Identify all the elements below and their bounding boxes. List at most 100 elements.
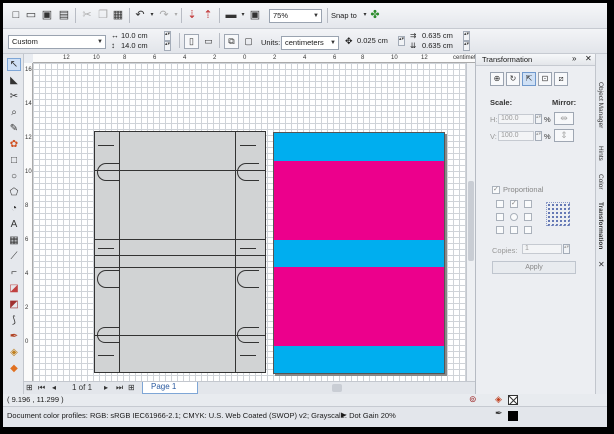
mirror-horizontal-icon[interactable]: ⇹ (554, 112, 574, 125)
snap-to-button[interactable]: Snap to (331, 11, 357, 21)
cut-icon[interactable]: ✂ (80, 8, 94, 22)
crop-tool-icon[interactable]: ✂ (7, 90, 21, 103)
nudge-field[interactable]: 0.025 cm (355, 36, 397, 46)
anchor-checkbox[interactable] (524, 226, 532, 234)
new-icon[interactable]: □ (9, 8, 23, 22)
anchor-checkbox[interactable] (524, 200, 532, 208)
anchor-checkbox[interactable] (496, 226, 504, 234)
units-select[interactable]: centimeters ▼ (281, 36, 339, 50)
drawing-canvas[interactable] (33, 63, 466, 381)
flap-shape[interactable] (237, 163, 259, 181)
interactive-fill-icon[interactable]: ◆ (7, 362, 21, 375)
prev-page-icon[interactable]: ◂ (52, 383, 56, 393)
anchor-checkbox[interactable] (496, 213, 504, 221)
rotate-icon[interactable]: ↻ (506, 72, 520, 86)
open-icon[interactable]: ▭ (24, 8, 38, 22)
outline-swatch[interactable] (508, 411, 518, 421)
print-icon[interactable]: ▤ (57, 8, 71, 22)
freehand-tool-icon[interactable]: ✎ (7, 122, 21, 135)
basic-shapes-icon[interactable]: ◔ (7, 202, 21, 215)
first-page-icon[interactable]: ⏮ (38, 383, 45, 393)
hscroll-thumb[interactable] (332, 384, 342, 392)
page-height-field[interactable]: 14.0 cm (119, 41, 163, 51)
scale-v-field[interactable]: 100.0 (498, 131, 534, 141)
dup-x-spinner[interactable]: ▴▾ (463, 31, 470, 41)
mirror-vertical-icon[interactable]: ⇕ (554, 129, 574, 142)
landscape-icon[interactable]: ▭ (201, 34, 216, 49)
flap-shape[interactable] (97, 270, 119, 288)
fill-indicator-icon[interactable]: ◈ (495, 394, 502, 404)
zoom-combo[interactable]: 75% ▼ (269, 9, 322, 23)
width-spinner[interactable]: ▴▾ (164, 31, 171, 41)
v-spinner[interactable]: ▴▾ (535, 131, 542, 141)
transparency-tool-icon[interactable]: ◩ (7, 298, 21, 311)
options-icon[interactable]: ✤ (368, 8, 382, 22)
vertical-ruler[interactable]: 16 14 12 10 8 6 4 2 0 (24, 63, 33, 389)
flap-shape[interactable] (237, 270, 259, 288)
import-icon[interactable]: ⇣ (185, 8, 199, 22)
dup-y-spinner[interactable]: ▴▾ (463, 41, 470, 51)
nudge-spinner[interactable]: ▴▾ (398, 36, 405, 46)
copies-spinner[interactable]: ▴▾ (563, 244, 570, 254)
color-docker-icon[interactable]: ⊚ (469, 394, 477, 404)
shape-tool-icon[interactable]: ◣ (7, 74, 21, 87)
pick-tool-icon[interactable]: ↖ (7, 58, 21, 71)
tab-color[interactable]: Color (597, 174, 604, 190)
blend-tool-icon[interactable]: ◪ (7, 282, 21, 295)
flap-shape[interactable] (97, 163, 119, 181)
save-icon[interactable]: ▣ (40, 8, 54, 22)
scale-mirror-icon[interactable]: ⇱ (522, 72, 536, 86)
collapse-icon[interactable]: » (572, 54, 576, 64)
polygon-tool-icon[interactable]: ⬠ (7, 186, 21, 199)
all-pages-icon[interactable]: ⧉ (224, 34, 239, 49)
horizontal-ruler[interactable]: 12 10 8 6 4 2 0 2 4 6 8 10 12 centimeter… (33, 54, 475, 63)
height-spinner[interactable]: ▴▾ (164, 41, 171, 51)
tab-hints[interactable]: Hints (597, 146, 604, 161)
export-icon[interactable]: ⇡ (201, 8, 215, 22)
tab-transformation[interactable]: Transformation (597, 202, 604, 249)
flap-shape[interactable] (97, 327, 119, 343)
position-icon[interactable]: ⊕ (490, 72, 504, 86)
eyedropper-icon[interactable]: ⟆ (7, 314, 21, 327)
h-spinner[interactable]: ▴▾ (535, 114, 542, 124)
current-page-icon[interactable]: ▢ (241, 34, 256, 49)
add-page-icon[interactable]: ⊞ (26, 383, 33, 393)
no-fill-swatch[interactable] (508, 395, 518, 405)
vertical-scrollbar[interactable] (466, 63, 475, 381)
page-tab[interactable]: Page 1 (142, 382, 198, 394)
next-page-icon[interactable]: ▸ (104, 383, 108, 393)
fill-tool-icon[interactable]: ◈ (7, 346, 21, 359)
text-tool-icon[interactable]: A (7, 218, 21, 231)
proportional-checkbox[interactable]: ✓ (492, 186, 500, 194)
play-icon[interactable]: ▶ (341, 411, 346, 421)
add-page-after-icon[interactable]: ⊞ (128, 383, 135, 393)
anchor-checkbox[interactable] (496, 200, 504, 208)
outline-indicator-icon[interactable]: ✒ (495, 408, 503, 418)
smart-fill-icon[interactable]: ✿ (7, 138, 21, 151)
scale-h-field[interactable]: 100.0 (498, 114, 534, 124)
anchor-checkbox[interactable] (510, 213, 518, 221)
apply-button[interactable]: Apply (492, 261, 576, 274)
zoom-tool-icon[interactable]: ⌕ (7, 106, 21, 119)
portrait-icon[interactable]: ▯ (184, 34, 199, 49)
page-preset-select[interactable]: Custom ▼ (8, 35, 106, 49)
table-tool-icon[interactable]: ▦ (7, 234, 21, 247)
size-icon[interactable]: ⊡ (538, 72, 552, 86)
close-icon[interactable]: ✕ (598, 260, 605, 269)
rectangle-tool-icon[interactable]: □ (7, 154, 21, 167)
scrollbar-thumb[interactable] (468, 181, 474, 261)
dimension-tool-icon[interactable]: ⟋ (7, 250, 21, 263)
paste-icon[interactable]: ▦ (111, 8, 125, 22)
anchor-checkbox[interactable]: ✓ (510, 200, 518, 208)
ellipse-tool-icon[interactable]: ○ (7, 170, 21, 183)
page-width-field[interactable]: 10.0 cm (119, 31, 163, 41)
copies-field[interactable]: 1 (522, 244, 562, 254)
last-page-icon[interactable]: ⏭ (116, 383, 123, 393)
duplicate-y-field[interactable]: 0.635 cm (420, 41, 462, 51)
close-icon[interactable]: ✕ (585, 54, 592, 64)
color-profiles-text[interactable]: Document color profiles: RGB: sRGB IEC61… (7, 411, 396, 421)
skew-icon[interactable]: ⧄ (554, 72, 568, 86)
flap-shape[interactable] (237, 327, 259, 343)
anchor-checkbox[interactable] (510, 226, 518, 234)
outline-tool-icon[interactable]: ✒ (7, 330, 21, 343)
